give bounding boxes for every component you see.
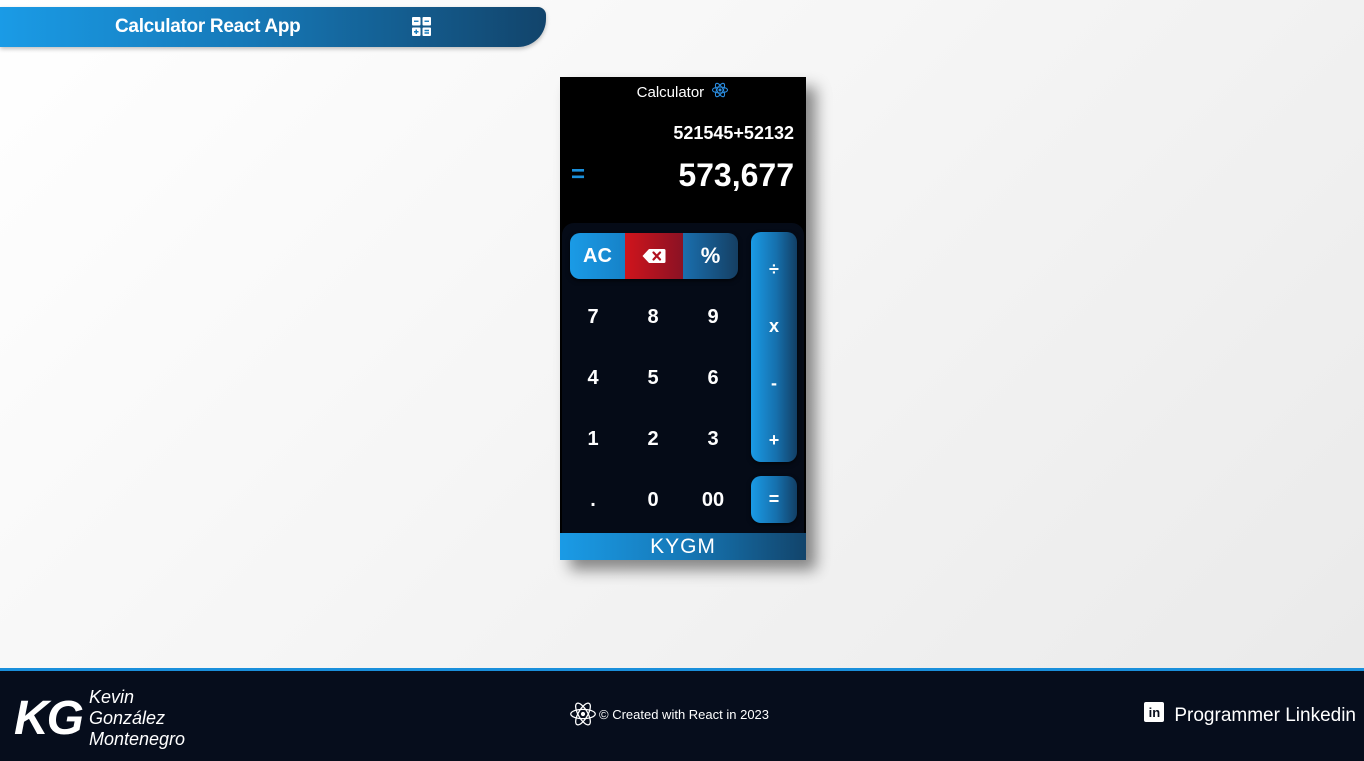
key-5[interactable]: 5 <box>628 358 678 398</box>
credit: © Created with React in 2023 <box>569 700 769 728</box>
key-4[interactable]: 4 <box>568 358 618 398</box>
percent-button[interactable]: % <box>683 233 738 279</box>
function-keys: AC % <box>570 233 738 279</box>
author-name: Kevin González Montenegro <box>89 687 185 750</box>
calculator-icon <box>412 17 431 36</box>
key-9[interactable]: 9 <box>688 297 738 337</box>
key-00[interactable]: 00 <box>688 480 738 520</box>
linkedin-icon: in <box>1144 702 1165 722</box>
backspace-icon <box>642 249 666 263</box>
key-1[interactable]: 1 <box>568 419 618 459</box>
brand-label: KYGM <box>560 533 806 560</box>
expression-display: 521545+52132 <box>673 123 794 143</box>
app-header: Calculator React App <box>0 7 546 47</box>
credit-text: © Created with React in 2023 <box>599 706 770 722</box>
clear-button[interactable]: AC <box>570 233 625 279</box>
divide-button[interactable]: ÷ <box>751 254 797 284</box>
result-display: 573,677 <box>678 157 794 193</box>
linkedin-link[interactable]: in Programmer Linkedin <box>1144 702 1356 727</box>
kg-logo: KG <box>14 692 84 745</box>
calculator-title-text: Calculator <box>636 84 705 101</box>
react-atom-icon <box>712 82 729 98</box>
author-first-name: Kevin <box>89 687 135 707</box>
multiply-button[interactable]: x <box>751 311 797 341</box>
subtract-button[interactable]: - <box>751 368 797 398</box>
author-last-name: Montenegro <box>89 729 186 749</box>
calculator-title: Calculator <box>560 81 806 101</box>
backspace-button[interactable] <box>625 233 683 279</box>
app-title: Calculator React App <box>115 16 301 37</box>
key-8[interactable]: 8 <box>628 297 678 337</box>
add-button[interactable]: + <box>751 425 797 455</box>
linkedin-label: Programmer Linkedin <box>1174 705 1356 726</box>
equals-button[interactable]: = <box>751 476 797 523</box>
key-2[interactable]: 2 <box>628 419 678 459</box>
key-3[interactable]: 3 <box>688 419 738 459</box>
key-6[interactable]: 6 <box>688 358 738 398</box>
key-decimal[interactable]: . <box>568 480 618 520</box>
key-7[interactable]: 7 <box>568 297 618 337</box>
equals-indicator: = <box>571 161 586 188</box>
key-0[interactable]: 0 <box>628 480 678 520</box>
footer: KG Kevin González Montenegro © Created w… <box>0 668 1364 761</box>
keypad: AC % 7 8 9 4 5 6 1 2 3 . 0 00 ÷ x - + = <box>562 223 804 533</box>
react-atom-icon <box>570 702 596 726</box>
calculator: Calculator 521545+52132 = 573,677 AC % 7… <box>560 77 806 560</box>
author-middle-name: González <box>89 708 166 728</box>
operator-column: ÷ x - + <box>751 232 797 462</box>
